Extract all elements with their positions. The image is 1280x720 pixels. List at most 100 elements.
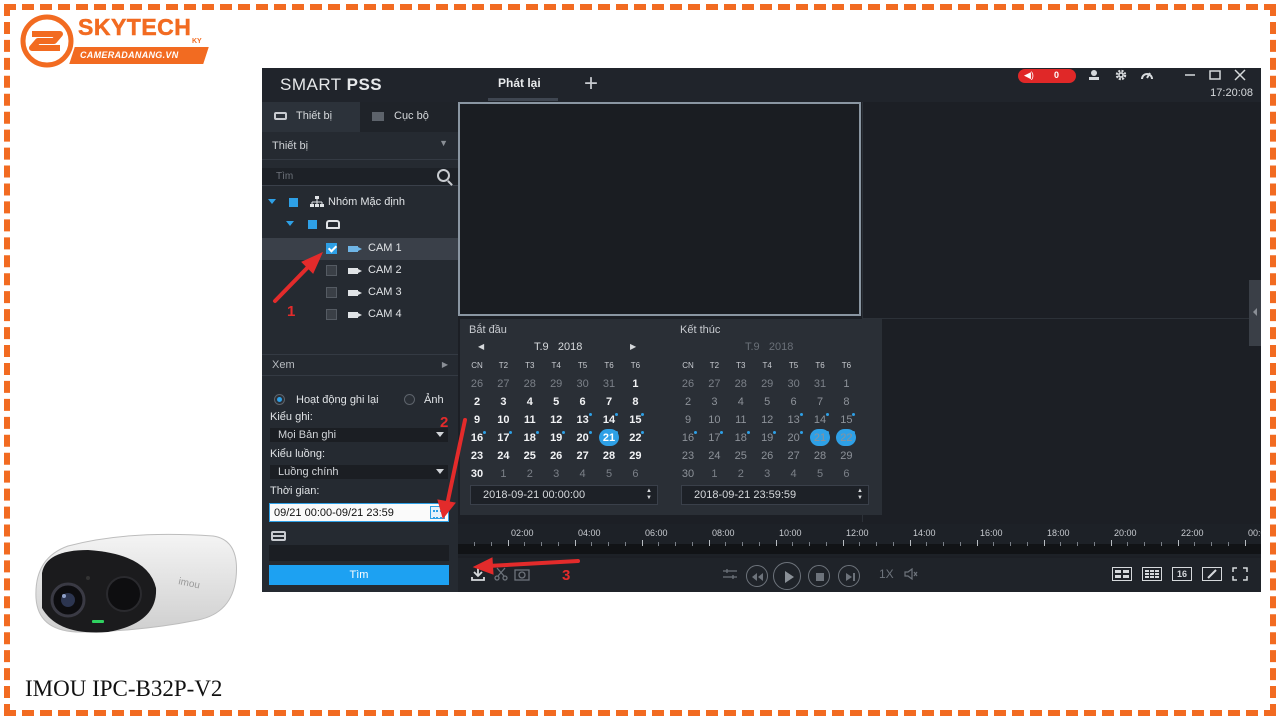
calendar-icon[interactable] — [430, 506, 445, 519]
radio-record[interactable] — [274, 394, 285, 405]
fullscreen-icon[interactable] — [1232, 567, 1248, 584]
start-datetime-input[interactable]: 2018-09-21 00:00:00 ▲ ▼ — [470, 485, 658, 505]
calendar-day[interactable]: 20 — [570, 429, 596, 447]
tree-cam-1[interactable]: CAM 1 — [262, 238, 458, 260]
calendar-day[interactable]: 26 — [675, 375, 701, 393]
calendar-day[interactable]: 6 — [570, 393, 596, 411]
tree-group-default[interactable]: Nhóm Mặc định — [262, 192, 458, 214]
radio-image[interactable] — [404, 394, 415, 405]
calendar-day[interactable]: 2 — [464, 393, 490, 411]
calendar-day[interactable]: 9 — [464, 411, 490, 429]
calendar-day[interactable]: 5 — [807, 465, 833, 483]
calendar-day[interactable]: 4 — [570, 465, 596, 483]
calendar-day[interactable]: 29 — [754, 375, 780, 393]
close-icon[interactable] — [1234, 68, 1246, 85]
calendar-day[interactable]: 30 — [464, 465, 490, 483]
calendar-day[interactable]: 23 — [675, 447, 701, 465]
playback-timeline[interactable]: 02:00 04:00 06:00 08:00 10:00 12:00 14:00 16:00… — [458, 524, 1261, 556]
calendar-day[interactable]: 10 — [490, 411, 516, 429]
cam-4-checkbox[interactable] — [326, 309, 337, 320]
device-checkbox[interactable] — [308, 220, 317, 229]
stream-type-select[interactable]: Luồng chính — [270, 465, 448, 479]
calendar-day[interactable]: 10 — [701, 411, 727, 429]
calendar-day[interactable]: 2 — [675, 393, 701, 411]
user-icon[interactable] — [1088, 68, 1100, 85]
stop-button[interactable] — [808, 565, 830, 587]
calendar-day[interactable]: 29 — [543, 375, 569, 393]
calendar-day[interactable]: 18 — [517, 429, 543, 447]
calendar-day[interactable]: 8 — [622, 393, 648, 411]
spinner-icon[interactable]: ▲ ▼ — [857, 488, 863, 502]
calendar-day[interactable]: 13 — [570, 411, 596, 429]
calendar-day[interactable]: 16 — [464, 429, 490, 447]
group-checkbox[interactable] — [289, 198, 298, 207]
calendar-day[interactable]: 17 — [490, 429, 516, 447]
calendar-day[interactable]: 20 — [781, 429, 807, 447]
calendar-day[interactable]: 26 — [543, 447, 569, 465]
calendar-day[interactable]: 4 — [728, 393, 754, 411]
calendar-day[interactable]: 12 — [543, 411, 569, 429]
alarm-badge[interactable]: ◀) 0 — [1018, 69, 1076, 83]
tree-cam-2[interactable]: CAM 2 — [262, 260, 458, 282]
calendar-day[interactable]: 6 — [781, 393, 807, 411]
tab-playback[interactable]: Phát lại — [498, 76, 541, 90]
layout-9-icon[interactable] — [1142, 567, 1162, 581]
calendar-day[interactable]: 28 — [728, 375, 754, 393]
gear-icon[interactable] — [1114, 68, 1128, 85]
layout-16-icon[interactable]: 16 — [1172, 567, 1192, 581]
calendar-day[interactable]: 1 — [701, 465, 727, 483]
card-input[interactable] — [269, 545, 449, 561]
calendar-day[interactable]: 30 — [570, 375, 596, 393]
calendar-day[interactable]: 18 — [728, 429, 754, 447]
calendar-day[interactable]: 11 — [517, 411, 543, 429]
sync-icon[interactable] — [722, 567, 738, 584]
calendar-day[interactable]: 3 — [701, 393, 727, 411]
calendar-day[interactable]: 15 — [833, 411, 859, 429]
calendar-day[interactable]: 31 — [807, 375, 833, 393]
tree-device-node[interactable] — [262, 214, 458, 236]
calendar-day[interactable]: 4 — [517, 393, 543, 411]
tree-cam-3[interactable]: CAM 3 — [262, 282, 458, 304]
calendar-day[interactable]: 14 — [596, 411, 622, 429]
calendar-day[interactable]: 21 — [596, 429, 622, 447]
calendar-day[interactable]: 22 — [833, 429, 859, 447]
calendar-day[interactable]: 8 — [833, 393, 859, 411]
calendar-day[interactable]: 19 — [543, 429, 569, 447]
next-frame-button[interactable] — [838, 565, 860, 587]
right-collapse-handle[interactable] — [1249, 280, 1261, 346]
calendar-day[interactable]: 2 — [517, 465, 543, 483]
cam-3-checkbox[interactable] — [326, 287, 337, 298]
play-button[interactable] — [773, 562, 801, 590]
calendar-day[interactable]: 29 — [622, 447, 648, 465]
calendar-day[interactable]: 12 — [754, 411, 780, 429]
caret-down-icon[interactable] — [286, 221, 294, 226]
calendar-day[interactable]: 1 — [490, 465, 516, 483]
calendar-day[interactable]: 27 — [781, 447, 807, 465]
calendar-day[interactable]: 5 — [754, 393, 780, 411]
device-search-input[interactable]: Tìm — [262, 168, 458, 186]
scissors-icon[interactable] — [494, 567, 508, 584]
search-icon[interactable] — [437, 169, 450, 182]
minimize-icon[interactable] — [1184, 68, 1196, 85]
calendar-day[interactable]: 26 — [464, 375, 490, 393]
calendar-day[interactable]: 27 — [701, 375, 727, 393]
video-window-1[interactable] — [458, 102, 861, 316]
calendar-day[interactable]: 25 — [728, 447, 754, 465]
next-month-icon[interactable]: ▶ — [630, 342, 636, 351]
calendar-day[interactable]: 26 — [754, 447, 780, 465]
calendar-day[interactable]: 27 — [490, 375, 516, 393]
cam-1-checkbox[interactable] — [326, 243, 337, 254]
tab-local[interactable]: Cục bộ — [360, 102, 458, 132]
maximize-icon[interactable] — [1209, 68, 1221, 85]
calendar-day[interactable]: 22 — [622, 429, 648, 447]
speed-icon[interactable] — [1140, 68, 1154, 85]
calendar-day[interactable]: 29 — [833, 447, 859, 465]
download-icon[interactable] — [470, 566, 486, 585]
calendar-day[interactable]: 28 — [517, 375, 543, 393]
calendar-day[interactable]: 11 — [728, 411, 754, 429]
view-section-header[interactable]: Xem ▶ — [262, 354, 458, 376]
speed-label[interactable]: 1X — [879, 567, 894, 581]
tab-device[interactable]: Thiết bị — [262, 102, 360, 132]
calendar-day[interactable]: 3 — [490, 393, 516, 411]
calendar-day[interactable]: 4 — [781, 465, 807, 483]
